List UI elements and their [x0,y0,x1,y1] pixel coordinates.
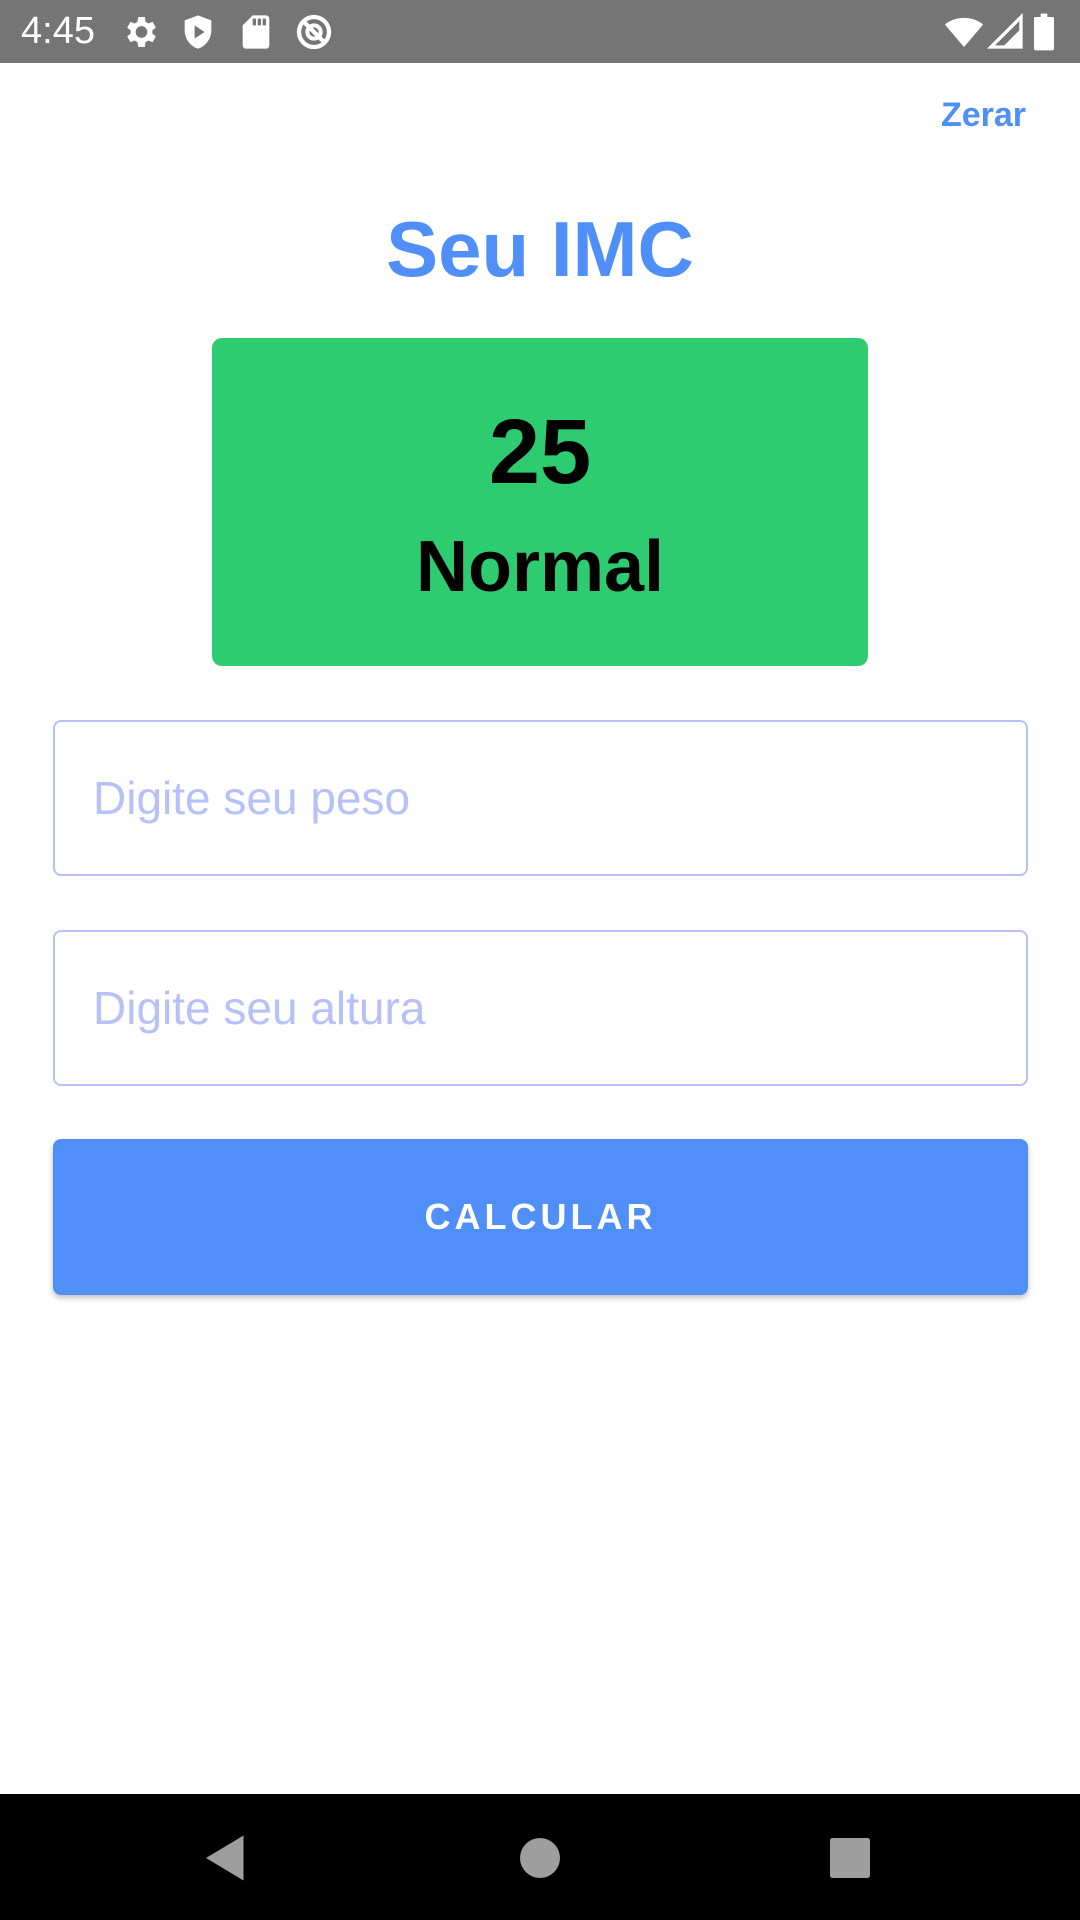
calculate-button[interactable]: CALCULAR [53,1139,1028,1295]
weight-input[interactable] [53,720,1028,876]
cell-signal-icon [986,12,1026,52]
status-bar: 4:45 [0,0,1080,63]
shield-play-icon [178,12,218,52]
gear-icon [120,12,160,52]
page-title: Seu IMC [386,205,694,293]
height-input[interactable] [53,930,1028,1086]
wifi-icon [944,12,984,52]
screen: 4:45 Zerar Seu IMC 25 Normal C [0,0,1080,1920]
result-card: 25 Normal [212,338,868,666]
back-icon[interactable] [196,1828,256,1888]
status-time: 4:45 [21,10,95,52]
bmi-classification: Normal [415,527,665,607]
bmi-value: 25 [488,401,592,503]
do-not-disturb-icon [294,12,334,52]
sd-card-icon [236,12,276,52]
reset-button[interactable]: Zerar [941,94,1026,136]
navigation-bar [0,1794,1080,1920]
battery-icon [1030,12,1058,52]
recents-icon[interactable] [820,1828,880,1888]
home-icon[interactable] [510,1828,570,1888]
